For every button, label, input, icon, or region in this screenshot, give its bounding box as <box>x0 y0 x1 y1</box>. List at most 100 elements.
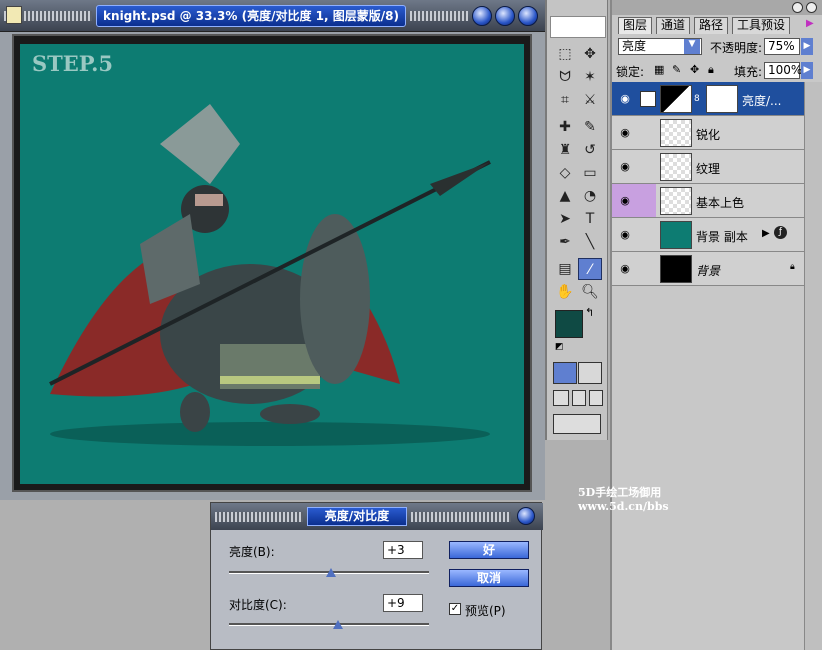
slice-tool-icon[interactable]: ⚔ <box>578 89 602 111</box>
close-button[interactable] <box>518 6 538 26</box>
palette-menu-icon[interactable]: ▶ <box>806 18 814 29</box>
screen-mode-standard-button[interactable] <box>553 390 569 406</box>
type-tool-icon[interactable]: T <box>578 208 602 230</box>
lock-image-icon[interactable]: ✎ <box>672 63 681 76</box>
gradient-tool-icon[interactable]: ▭ <box>578 162 602 184</box>
healing-brush-icon[interactable]: ✚ <box>553 116 577 138</box>
visibility-eye-icon[interactable]: ◉ <box>616 260 634 278</box>
document-title: knight.psd @ 33.3% (亮度/对比度 1, 图层蒙版/8) <box>96 5 406 27</box>
preview-label: 预览(P) <box>465 604 506 618</box>
visibility-eye-icon[interactable]: ◉ <box>616 192 634 210</box>
contrast-slider-knob[interactable] <box>333 620 343 629</box>
screen-mode-full-menu-button[interactable] <box>572 390 586 406</box>
layer-effects-icon[interactable]: ƒ <box>774 226 787 239</box>
brightness-slider-knob[interactable] <box>326 568 336 577</box>
document-title-bar[interactable]: knight.psd @ 33.3% (亮度/对比度 1, 图层蒙版/8) <box>0 0 545 32</box>
layer-thumbnail <box>660 119 692 147</box>
ok-button[interactable]: 好 <box>449 541 529 559</box>
layer-name: 背景 <box>696 264 721 278</box>
contrast-input[interactable]: +9 <box>383 594 423 612</box>
line-tool-icon[interactable]: ╲ <box>578 231 602 253</box>
layer-thumbnail <box>660 153 692 181</box>
screen-mode-full-button[interactable] <box>589 390 603 406</box>
dialog-grip-left <box>215 512 303 522</box>
layer-row-sharpen[interactable]: ◉ 锐化 <box>612 116 804 150</box>
palette-minimize-button[interactable] <box>792 2 803 13</box>
document-window: knight.psd @ 33.3% (亮度/对比度 1, 图层蒙版/8) ST… <box>0 0 545 500</box>
minimize-button[interactable] <box>472 6 492 26</box>
opacity-field[interactable]: 75% <box>764 38 800 55</box>
crop-tool-icon[interactable]: ⌗ <box>553 89 577 111</box>
layer-row-background-copy[interactable]: ◉ 背景 副本 ▶ ƒ <box>612 218 804 252</box>
tab-channels[interactable]: 通道 <box>656 17 691 34</box>
notes-tool-icon[interactable]: ▤ <box>553 258 577 280</box>
default-colors-icon[interactable]: ◩ <box>555 342 564 352</box>
opacity-label: 不透明度: <box>710 41 763 55</box>
dialog-title-bar[interactable]: 亮度/对比度 <box>211 503 543 530</box>
path-select-icon[interactable]: ➤ <box>553 208 577 230</box>
move-tool-icon[interactable]: ✥ <box>578 43 602 65</box>
quick-mask-button[interactable] <box>578 362 602 384</box>
link-chain-icon: 8 <box>694 94 700 104</box>
contrast-slider[interactable] <box>229 623 429 626</box>
visibility-eye-icon[interactable]: ◉ <box>616 90 634 108</box>
layer-thumbnail <box>660 255 692 283</box>
clone-stamp-icon[interactable]: ♜ <box>553 139 577 161</box>
brush-tool-icon[interactable]: ✎ <box>578 116 602 138</box>
dodge-tool-icon[interactable]: ◔ <box>578 185 602 207</box>
fill-arrow-icon[interactable]: ▶ <box>801 62 813 79</box>
eyedropper-tool-icon[interactable]: ⁄ <box>578 258 602 280</box>
blend-mode-dropdown-icon[interactable]: ▼ <box>684 39 700 54</box>
fill-field[interactable]: 100% <box>764 62 802 79</box>
image-canvas[interactable] <box>20 44 524 484</box>
foreground-color-swatch[interactable] <box>555 310 583 338</box>
layer-row-background[interactable]: ◉ 背景 🔒︎ <box>612 252 804 286</box>
opacity-arrow-icon[interactable]: ▶ <box>801 38 813 55</box>
contrast-label: 对比度(C): <box>229 598 287 612</box>
jump-to-imageready-button[interactable] <box>553 414 601 434</box>
layer-row-base-color[interactable]: ◉ 基本上色 <box>612 184 804 218</box>
brightness-label: 亮度(B): <box>229 545 275 559</box>
layer-row-brightness-contrast[interactable]: ◉ 8 亮度/... <box>612 82 804 116</box>
expand-effects-icon[interactable]: ▶ <box>762 228 770 239</box>
tab-layers[interactable]: 图层 <box>618 17 653 34</box>
pen-tool-icon[interactable]: ✒ <box>553 231 577 253</box>
dialog-close-button[interactable] <box>517 507 535 525</box>
lock-all-icon[interactable]: 🔒︎ <box>708 63 714 77</box>
layer-row-texture[interactable]: ◉ 纹理 <box>612 150 804 184</box>
layer-list-scrollbar[interactable] <box>804 82 822 650</box>
eraser-tool-icon[interactable]: ◇ <box>553 162 577 184</box>
layer-mask-thumbnail[interactable] <box>706 85 738 113</box>
swap-colors-icon[interactable]: ↰ <box>585 306 594 319</box>
layer-thumbnail <box>660 221 692 249</box>
watermark-line1: 5D手绘工场御用 <box>578 486 662 499</box>
brightness-contrast-dialog: 亮度/对比度 亮度(B): +3 对比度(C): +9 好 取消 ✓ 预览(P) <box>210 502 543 650</box>
visibility-eye-icon[interactable]: ◉ <box>616 158 634 176</box>
title-grip-right <box>410 11 468 21</box>
hand-tool-icon[interactable]: ✋ <box>553 281 577 303</box>
fill-label: 填充: <box>734 65 763 79</box>
preview-checkbox[interactable]: ✓ <box>449 603 461 615</box>
lock-position-icon[interactable]: ✥ <box>690 63 699 76</box>
tab-paths[interactable]: 路径 <box>694 17 729 34</box>
tab-tool-presets[interactable]: 工具预设 <box>732 17 791 34</box>
brightness-input[interactable]: +3 <box>383 541 423 559</box>
adjustment-icon <box>640 91 656 107</box>
magic-wand-icon[interactable]: ✶ <box>578 66 602 88</box>
layer-name: 锐化 <box>696 128 721 142</box>
standard-mode-button[interactable] <box>553 362 577 384</box>
lock-transparency-icon[interactable]: ▦ <box>654 63 664 76</box>
lasso-tool-icon[interactable]: ᗢ <box>553 66 577 88</box>
history-brush-icon[interactable]: ↺ <box>578 139 602 161</box>
dialog-title: 亮度/对比度 <box>307 507 407 526</box>
adobe-feather-logo[interactable] <box>550 16 606 38</box>
visibility-eye-icon[interactable]: ◉ <box>616 124 634 142</box>
visibility-eye-icon[interactable]: ◉ <box>616 226 634 244</box>
blur-tool-icon[interactable]: ▲ <box>553 185 577 207</box>
palette-title-bar[interactable] <box>612 0 822 15</box>
cancel-button[interactable]: 取消 <box>449 569 529 587</box>
marquee-tool-icon[interactable]: ⬚ <box>553 43 577 65</box>
maximize-button[interactable] <box>495 6 515 26</box>
palette-close-button[interactable] <box>806 2 817 13</box>
zoom-tool-icon[interactable]: 🔍︎ <box>578 281 602 303</box>
